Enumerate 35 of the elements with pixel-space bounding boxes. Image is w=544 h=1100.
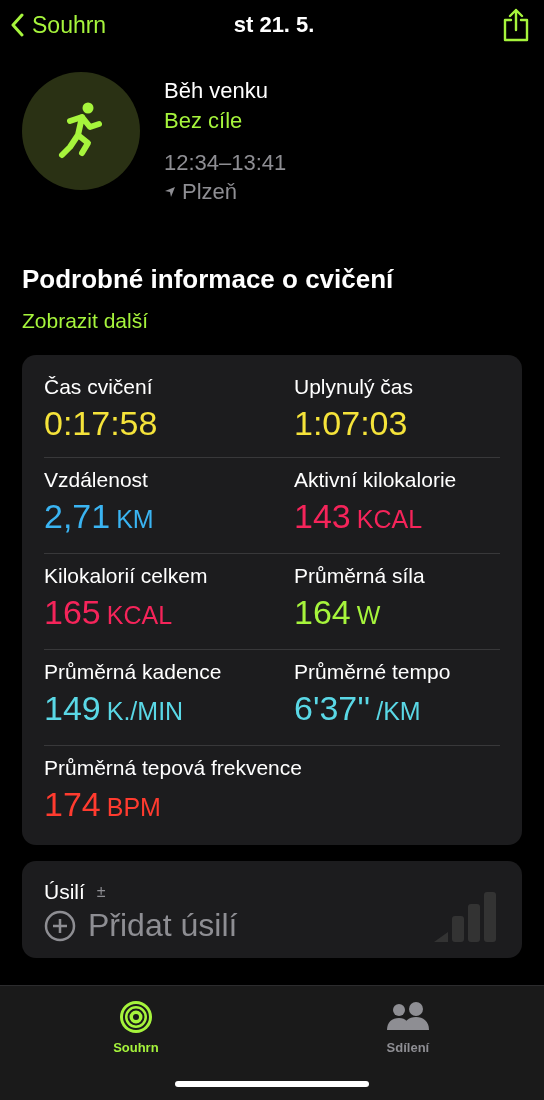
- metric-value: 164 W: [294, 592, 382, 633]
- date-title: st 21. 5.: [233, 12, 315, 38]
- metric-value: 165 KCAL: [44, 592, 174, 633]
- metric-label: Průměrné tempo: [294, 659, 452, 685]
- effort-title: Úsilí ±: [44, 879, 107, 905]
- metric-value: 1:07:03: [294, 403, 409, 444]
- activity-rings-icon: [118, 1000, 153, 1034]
- workout-location: Plzeň: [182, 178, 238, 206]
- show-more-link[interactable]: Zobrazit další: [22, 309, 522, 333]
- workout-time: 12:34–13:41: [164, 149, 287, 177]
- metric-label: Průměrná kadence: [44, 659, 223, 685]
- metric-value: 149 K./MIN: [44, 688, 185, 729]
- section-title: Podrobné informace o cvičení: [22, 264, 395, 295]
- share-icon[interactable]: [502, 8, 530, 42]
- add-effort-button[interactable]: Přidat úsilí: [44, 907, 238, 944]
- metric-label: Kilokalorií celkem: [44, 563, 209, 589]
- metric-value: 174 BPM: [44, 784, 162, 825]
- metric-label: Aktivní kilokalorie: [294, 467, 458, 493]
- metric-value: 143 KCAL: [294, 496, 424, 537]
- metric-value: 0:17:58: [44, 403, 159, 444]
- metric-value: 2,71 KM: [44, 496, 155, 537]
- metric-label: Uplynulý čas: [294, 374, 415, 400]
- workout-goal: Bez cíle: [164, 107, 244, 135]
- plus-circle-icon: [44, 909, 76, 942]
- tab-bar-item[interactable]: Souhrn: [109, 1000, 163, 1055]
- workout-name: Běh venku: [164, 77, 269, 105]
- metric-label: Čas cvičení: [44, 374, 154, 400]
- chevron-left-icon: [10, 13, 24, 37]
- metric-value: 6'37'' /KM: [294, 688, 422, 729]
- location-arrow-icon: [164, 186, 176, 198]
- tab-bar-item[interactable]: Sdílení: [380, 1000, 435, 1055]
- back-link[interactable]: Souhrn: [10, 11, 107, 39]
- metric-label: Průměrná tepová frekvence: [44, 755, 303, 781]
- metric-label: Vzdálenost: [44, 467, 149, 493]
- metric-label: Průměrná síla: [294, 563, 426, 589]
